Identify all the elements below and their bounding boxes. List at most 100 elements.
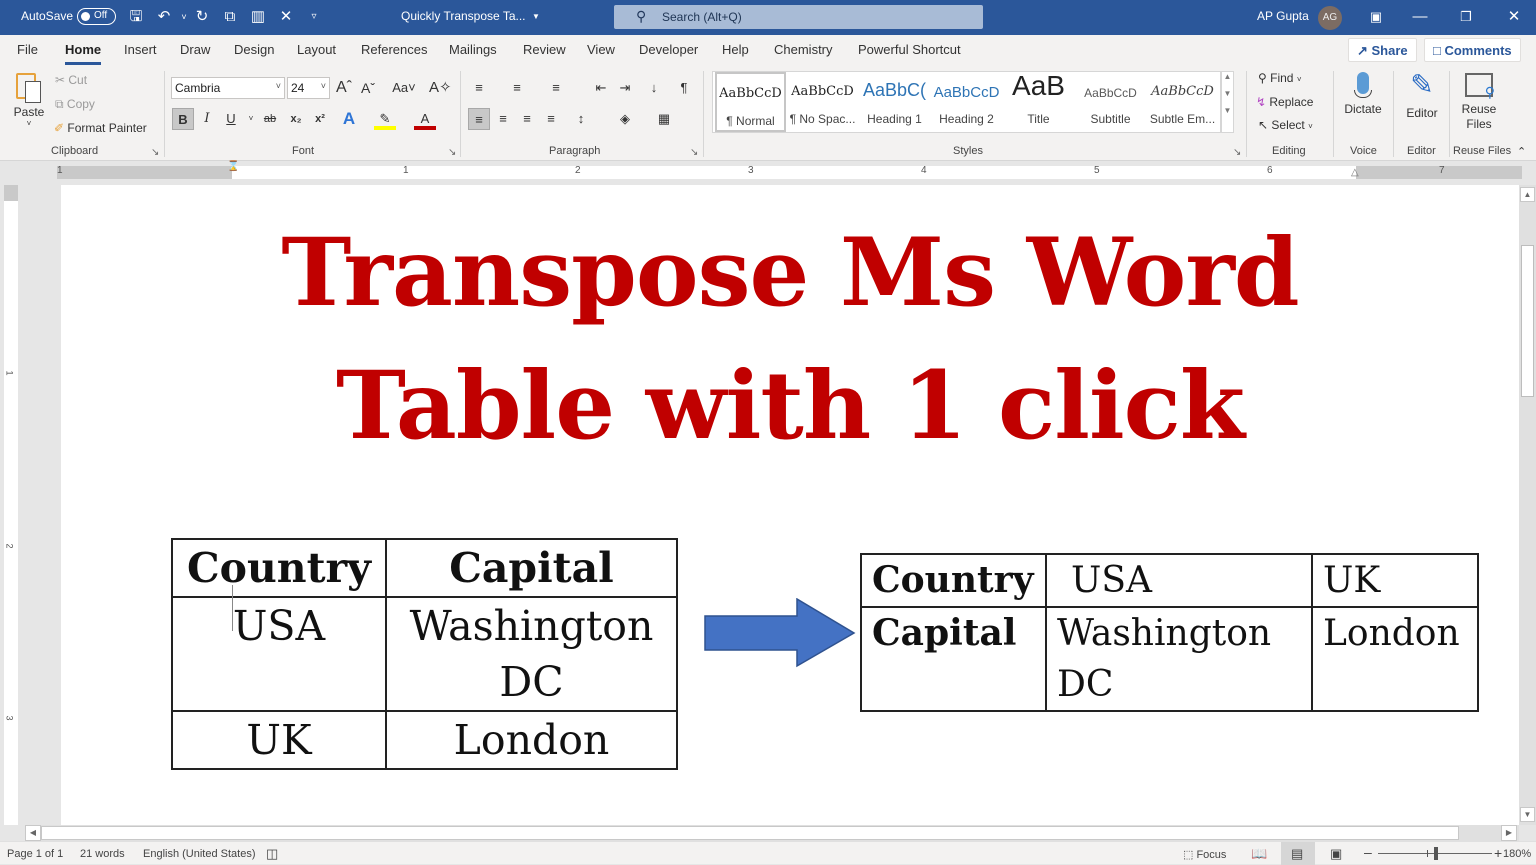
tab-design[interactable]: Design xyxy=(234,42,274,57)
scroll-up-icon[interactable]: ▲ xyxy=(1520,187,1535,202)
font-color-icon[interactable]: A xyxy=(414,108,436,130)
dictate-button[interactable]: Dictate xyxy=(1340,69,1386,116)
decrease-indent-icon[interactable]: ⇤ xyxy=(590,77,612,99)
style-subtitle[interactable]: AaBbCcD Subtitle xyxy=(1075,72,1146,132)
tab-mailings[interactable]: Mailings xyxy=(449,42,497,57)
tab-draw[interactable]: Draw xyxy=(180,42,210,57)
restore-icon[interactable]: ❐ xyxy=(1446,0,1486,35)
grow-font-icon[interactable]: Aˆ xyxy=(333,77,355,99)
numbering-icon[interactable]: ≡ xyxy=(506,77,528,99)
styles-scroll[interactable]: ▲ ▼ ▼ xyxy=(1221,71,1234,133)
original-table[interactable]: Country Capital USA Washington DC UK Lon… xyxy=(171,538,678,770)
user-name[interactable]: AP Gupta xyxy=(1257,9,1309,23)
save-icon[interactable]: 🖫 xyxy=(126,7,146,27)
tab-insert[interactable]: Insert xyxy=(124,42,157,57)
style-heading-1[interactable]: AaBbC(Heading 1 xyxy=(859,72,930,132)
language-indicator[interactable]: English (United States) xyxy=(143,848,256,860)
scroll-down-icon[interactable]: ▼ xyxy=(1520,807,1535,822)
sort-icon[interactable]: ↓ xyxy=(643,77,665,99)
shading-icon[interactable]: ◈ xyxy=(614,108,636,130)
style-subtle-emphasis[interactable]: AaBbCcD Subtle Em... xyxy=(1147,72,1218,132)
paste-button[interactable]: Paste ˅ xyxy=(10,69,48,128)
tab-references[interactable]: References xyxy=(361,42,427,57)
font-name-combo[interactable]: Cambria ˅ xyxy=(171,77,285,99)
zoom-out-icon[interactable]: – xyxy=(1364,844,1372,860)
align-right-button[interactable]: ≡ xyxy=(516,108,538,130)
document-title[interactable]: Quickly Transpose Ta... xyxy=(401,9,526,23)
borders-icon[interactable]: ▦ xyxy=(653,108,675,130)
undo-dropdown-icon[interactable]: ˅ xyxy=(174,7,194,27)
change-case-icon[interactable]: Aa˅ xyxy=(387,77,421,99)
bold-button[interactable]: B xyxy=(172,108,194,130)
more-styles-icon[interactable]: ▼ xyxy=(1222,106,1233,115)
shrink-font-icon[interactable]: Aˇ xyxy=(357,77,379,99)
scroll-left-icon[interactable]: ◀ xyxy=(25,825,41,841)
multilevel-list-icon[interactable]: ≡ xyxy=(545,77,567,99)
bullets-icon[interactable]: ≡ xyxy=(468,77,490,99)
search-box[interactable]: ⚲ Search (Alt+Q) xyxy=(614,5,983,29)
zoom-slider[interactable] xyxy=(1378,847,1492,860)
accessibility-icon[interactable]: ◫ xyxy=(266,846,278,862)
org-chart-icon[interactable]: ▥ xyxy=(248,7,268,27)
style-heading-2[interactable]: AaBbCcD Heading 2 xyxy=(931,72,1002,132)
read-mode-icon[interactable]: 📖 xyxy=(1251,846,1267,862)
paragraph-launcher-icon[interactable]: ↘ xyxy=(690,147,698,158)
horizontal-ruler[interactable]: 1 1 2 3 4 5 6 7 ⌛ △ xyxy=(0,161,1536,185)
paste-dropdown-icon[interactable]: ˅ xyxy=(10,119,48,128)
table-cell[interactable]: USA xyxy=(171,596,387,712)
select-button[interactable]: ↖ Select ˅ xyxy=(1258,118,1313,132)
reuse-files-button[interactable]: ⚲ Reuse Files xyxy=(1455,69,1503,132)
table-cell[interactable]: Country xyxy=(171,538,387,598)
copy-format-icon[interactable]: ⧉ xyxy=(220,7,240,27)
tab-review[interactable]: Review xyxy=(523,42,566,57)
horizontal-scrollbar[interactable]: ◀ ▶ xyxy=(25,825,1519,841)
web-layout-icon[interactable]: ▣ xyxy=(1330,846,1342,862)
collapse-ribbon-icon[interactable]: ⌃ xyxy=(1517,145,1526,158)
zoom-in-icon[interactable]: + xyxy=(1494,845,1502,861)
superscript-button[interactable]: x² xyxy=(309,108,331,130)
right-arrow-shape[interactable] xyxy=(704,598,856,668)
italic-button[interactable]: I xyxy=(196,108,218,130)
word-count[interactable]: 21 words xyxy=(80,848,125,860)
chevron-up-icon[interactable]: ▲ xyxy=(1222,72,1233,81)
document-page[interactable]: Transpose Ms Word Table with 1 click Cou… xyxy=(61,185,1519,825)
comments-button[interactable]: □ Comments xyxy=(1424,38,1521,62)
table-cell[interactable]: Washington DC xyxy=(1045,606,1313,712)
align-left-button[interactable]: ≡ xyxy=(468,108,490,130)
scrollbar-thumb[interactable] xyxy=(41,826,1459,840)
tab-help[interactable]: Help xyxy=(722,42,749,57)
scrollbar-thumb[interactable] xyxy=(1521,245,1534,397)
transposed-table[interactable]: Country USA UK Capital Washington DC Lon… xyxy=(860,553,1479,712)
indent-marker-icon[interactable]: ⌛ xyxy=(227,161,239,172)
underline-button[interactable]: U xyxy=(220,108,242,130)
vertical-scrollbar[interactable]: ▲ ▼ xyxy=(1519,185,1536,825)
page-count[interactable]: Page 1 of 1 xyxy=(7,848,63,860)
tab-file[interactable]: File xyxy=(17,42,38,57)
avatar[interactable]: AG xyxy=(1318,6,1342,30)
right-indent-marker-icon[interactable]: △ xyxy=(1351,167,1359,178)
ribbon-display-icon[interactable]: ▣ xyxy=(1356,0,1396,35)
chevron-down-icon[interactable]: ▼ xyxy=(1222,89,1233,98)
tab-chemistry[interactable]: Chemistry xyxy=(774,42,833,57)
clipboard-launcher-icon[interactable]: ↘ xyxy=(151,147,159,158)
table-cell[interactable]: Capital xyxy=(385,538,678,598)
slider-knob[interactable] xyxy=(1434,847,1438,860)
text-effects-icon[interactable]: A xyxy=(338,108,360,130)
table-cell[interactable]: Country xyxy=(860,553,1047,608)
table-cell[interactable]: London xyxy=(385,710,678,770)
customize-toolbar-icon[interactable]: ▿ xyxy=(304,7,324,27)
tab-powerful-shortcut[interactable]: Powerful Shortcut xyxy=(858,42,961,57)
focus-button[interactable]: ⬚ Focus xyxy=(1183,848,1226,861)
table-cell[interactable]: London xyxy=(1311,606,1479,712)
minimize-icon[interactable]: — xyxy=(1400,0,1440,35)
share-button[interactable]: ↗ Share xyxy=(1348,38,1417,62)
tab-developer[interactable]: Developer xyxy=(639,42,698,57)
increase-indent-icon[interactable]: ⇥ xyxy=(614,77,636,99)
close-x-icon[interactable]: ✕ xyxy=(276,7,296,27)
editor-button[interactable]: ✎ Editor xyxy=(1400,69,1444,120)
autosave-toggle[interactable]: Off xyxy=(77,8,116,25)
table-cell[interactable]: Capital xyxy=(860,606,1047,712)
table-cell[interactable]: UK xyxy=(171,710,387,770)
tab-view[interactable]: View xyxy=(587,42,615,57)
tab-layout[interactable]: Layout xyxy=(297,42,336,57)
